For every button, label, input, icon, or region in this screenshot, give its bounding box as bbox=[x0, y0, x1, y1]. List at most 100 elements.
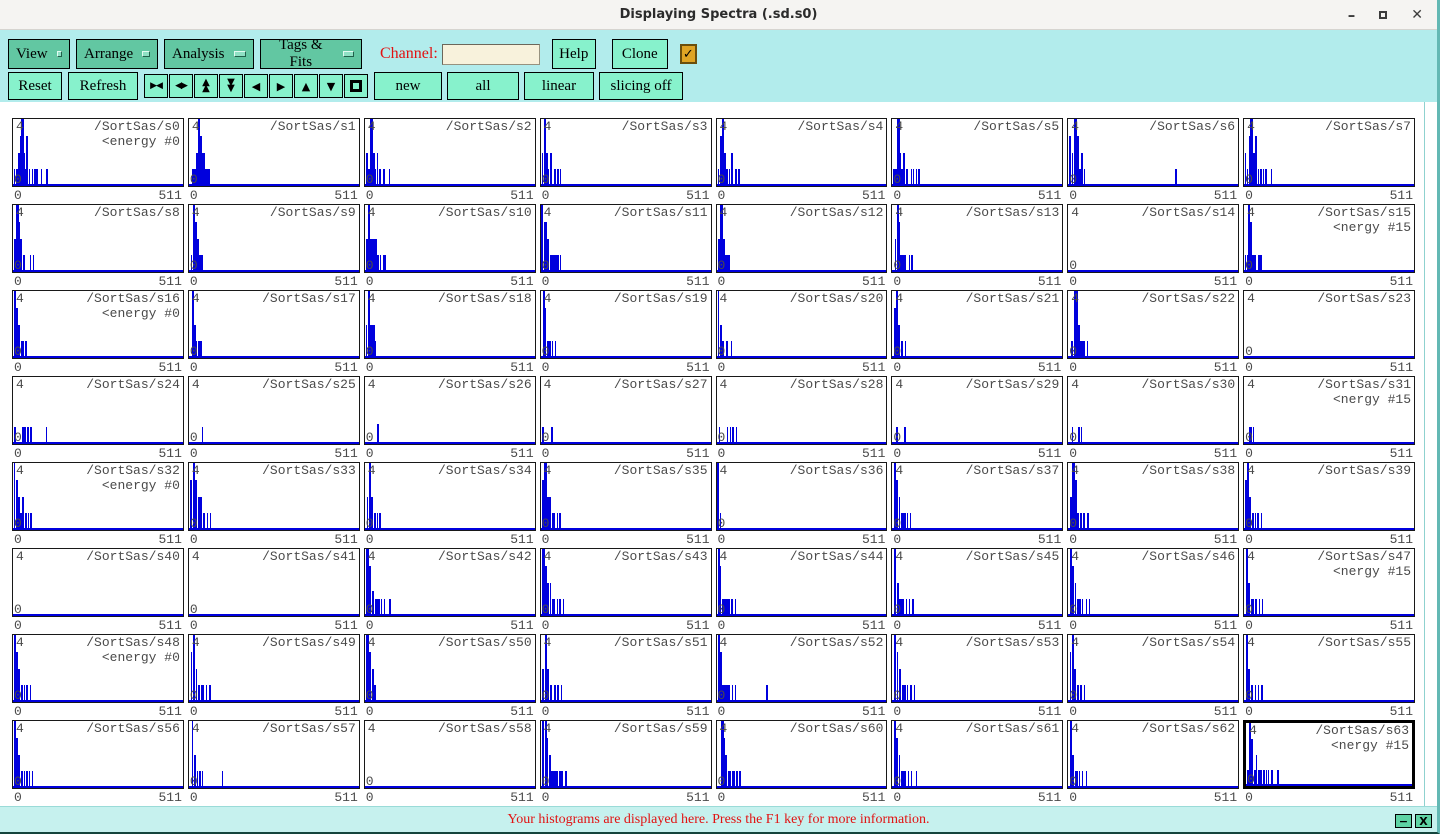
spectrum-plot-s43[interactable]: 40/SortSas/s43 bbox=[540, 548, 712, 617]
spectrum-plot-s40[interactable]: 40/SortSas/s40 bbox=[12, 548, 184, 617]
slicing-off-button[interactable]: slicing off bbox=[599, 72, 683, 100]
spectrum-plot-s23[interactable]: 40/SortSas/s23 bbox=[1243, 290, 1415, 359]
spectrum-plot-s39[interactable]: 40/SortSas/s39 bbox=[1243, 462, 1415, 531]
spectrum-plot-s41[interactable]: 40/SortSas/s41 bbox=[188, 548, 360, 617]
spectrum-plot-s0[interactable]: 40/SortSas/s0 <energy #0 bbox=[12, 118, 184, 187]
toolbar-checkbox[interactable]: ✓ bbox=[680, 44, 697, 64]
spectrum-plot-s32[interactable]: 40/SortSas/s32 <energy #0 bbox=[12, 462, 184, 531]
spectrum-plot-s45[interactable]: 40/SortSas/s45 bbox=[891, 548, 1063, 617]
pan-right-button[interactable]: ▶ bbox=[269, 74, 293, 98]
x-max-label: 511 bbox=[334, 188, 357, 203]
spectrum-plot-s60[interactable]: 40/SortSas/s60 bbox=[716, 720, 888, 789]
linear-button[interactable]: linear bbox=[524, 72, 594, 100]
channel-input[interactable] bbox=[442, 44, 540, 65]
spectrum-plot-s38[interactable]: 40/SortSas/s38 bbox=[1067, 462, 1239, 531]
status-close-button[interactable]: X bbox=[1415, 814, 1432, 828]
spectrum-plot-s53[interactable]: 40/SortSas/s53 bbox=[891, 634, 1063, 703]
close-button[interactable]: ✕ bbox=[1411, 8, 1423, 22]
spectrum-plot-s48[interactable]: 40/SortSas/s48 <energy #0 bbox=[12, 634, 184, 703]
spectrum-plot-s63[interactable]: 40/SortSas/s63 <nergy #15 bbox=[1243, 720, 1415, 789]
spectrum-plot-s33[interactable]: 40/SortSas/s33 bbox=[188, 462, 360, 531]
spectrum-plot-s44[interactable]: 40/SortSas/s44 bbox=[716, 548, 888, 617]
view-menu-button[interactable]: View bbox=[8, 39, 70, 69]
help-button[interactable]: Help bbox=[552, 39, 596, 69]
spectrum-plot-s28[interactable]: 40/SortSas/s28 bbox=[716, 376, 888, 445]
spectrum-plot-s27[interactable]: 40/SortSas/s27 bbox=[540, 376, 712, 445]
spectrum-plot-s19[interactable]: 40/SortSas/s19 bbox=[540, 290, 712, 359]
tags-fits-menu-button[interactable]: Tags & Fits bbox=[260, 39, 362, 69]
spectrum-plot-s55[interactable]: 40/SortSas/s55 bbox=[1243, 634, 1415, 703]
spectrum-plot-s49[interactable]: 40/SortSas/s49 bbox=[188, 634, 360, 703]
spectrum-plot-s14[interactable]: 40/SortSas/s14 bbox=[1067, 204, 1239, 273]
spectrum-plot-s46[interactable]: 40/SortSas/s46 bbox=[1067, 548, 1239, 617]
spectrum-plot-s58[interactable]: 40/SortSas/s58 bbox=[364, 720, 536, 789]
all-button[interactable]: all bbox=[447, 72, 519, 100]
x-max-label: 511 bbox=[510, 532, 533, 547]
histogram-bar bbox=[1256, 755, 1258, 787]
pan-up-button[interactable]: ▲ bbox=[294, 74, 318, 98]
expand-horizontal-button[interactable]: ◀▶ bbox=[169, 74, 193, 98]
spectrum-plot-s8[interactable]: 40/SortSas/s8 bbox=[12, 204, 184, 273]
spectrum-plot-s62[interactable]: 40/SortSas/s62 bbox=[1067, 720, 1239, 789]
spectrum-plot-s24[interactable]: 40/SortSas/s24 bbox=[12, 376, 184, 445]
analysis-menu-button[interactable]: Analysis bbox=[164, 39, 254, 69]
spectrum-plot-s50[interactable]: 40/SortSas/s50 bbox=[364, 634, 536, 703]
spectrum-plot-s22[interactable]: 40/SortSas/s22 bbox=[1067, 290, 1239, 359]
spectrum-plot-s6[interactable]: 40/SortSas/s6 bbox=[1067, 118, 1239, 187]
vertical-scrollbar[interactable] bbox=[1424, 102, 1437, 806]
spectrum-plot-s1[interactable]: 40/SortSas/s1 bbox=[188, 118, 360, 187]
spectrum-plot-s18[interactable]: 40/SortSas/s18 bbox=[364, 290, 536, 359]
spectrum-plot-s42[interactable]: 40/SortSas/s42 bbox=[364, 548, 536, 617]
arrange-menu-button[interactable]: Arrange bbox=[76, 39, 158, 69]
histogram-baseline bbox=[189, 442, 359, 444]
unzoom-box-button[interactable] bbox=[344, 74, 368, 98]
spectrum-plot-s26[interactable]: 40/SortSas/s26 bbox=[364, 376, 536, 445]
spectrum-plot-s12[interactable]: 40/SortSas/s12 bbox=[716, 204, 888, 273]
reset-button[interactable]: Reset bbox=[8, 72, 62, 100]
spectrum-plot-s56[interactable]: 40/SortSas/s56 bbox=[12, 720, 184, 789]
spectrum-plot-s52[interactable]: 40/SortSas/s52 bbox=[716, 634, 888, 703]
spectrum-plot-s54[interactable]: 40/SortSas/s54 bbox=[1067, 634, 1239, 703]
spectrum-plot-s37[interactable]: 40/SortSas/s37 bbox=[891, 462, 1063, 531]
spectrum-plot-s13[interactable]: 40/SortSas/s13 bbox=[891, 204, 1063, 273]
spectrum-plot-s36[interactable]: 40/SortSas/s36 bbox=[716, 462, 888, 531]
spectrum-plot-s34[interactable]: 40/SortSas/s34 bbox=[364, 462, 536, 531]
collapse-horizontal-icon: ▶◀ bbox=[150, 82, 162, 91]
double-down-button[interactable]: ▼▼ bbox=[219, 74, 243, 98]
spectrum-plot-s9[interactable]: 40/SortSas/s9 bbox=[188, 204, 360, 273]
double-up-button[interactable]: ▲▲ bbox=[194, 74, 218, 98]
spectrum-plot-s29[interactable]: 40/SortSas/s29 bbox=[891, 376, 1063, 445]
spectrum-plot-s47[interactable]: 40/SortSas/s47 <nergy #15 bbox=[1243, 548, 1415, 617]
spectrum-plot-s3[interactable]: 40/SortSas/s3 bbox=[540, 118, 712, 187]
minimize-button[interactable]: – bbox=[1348, 8, 1356, 23]
spectrum-plot-s35[interactable]: 40/SortSas/s35 bbox=[540, 462, 712, 531]
spectra-grid: 40/SortSas/s0 <energy #0051140/SortSas/s… bbox=[12, 118, 1415, 806]
spectrum-plot-s17[interactable]: 40/SortSas/s17 bbox=[188, 290, 360, 359]
new-button[interactable]: new bbox=[374, 72, 442, 100]
spectrum-plot-s7[interactable]: 40/SortSas/s7 bbox=[1243, 118, 1415, 187]
pan-left-button[interactable]: ◀ bbox=[244, 74, 268, 98]
spectrum-plot-s15[interactable]: 40/SortSas/s15 <nergy #15 bbox=[1243, 204, 1415, 273]
spectrum-plot-s11[interactable]: 40/SortSas/s11 bbox=[540, 204, 712, 273]
spectrum-plot-s25[interactable]: 40/SortSas/s25 bbox=[188, 376, 360, 445]
spectrum-plot-s10[interactable]: 40/SortSas/s10 bbox=[364, 204, 536, 273]
maximize-button[interactable] bbox=[1379, 11, 1387, 19]
spectrum-plot-s57[interactable]: 40/SortSas/s57 bbox=[188, 720, 360, 789]
spectrum-plot-s2[interactable]: 40/SortSas/s2 bbox=[364, 118, 536, 187]
refresh-button[interactable]: Refresh bbox=[68, 72, 138, 100]
spectrum-plot-s61[interactable]: 40/SortSas/s61 bbox=[891, 720, 1063, 789]
status-minimize-button[interactable]: − bbox=[1395, 814, 1412, 828]
spectrum-plot-s21[interactable]: 40/SortSas/s21 bbox=[891, 290, 1063, 359]
spectrum-plot-s59[interactable]: 40/SortSas/s59 bbox=[540, 720, 712, 789]
x-axis-labels: 0511 bbox=[891, 789, 1063, 806]
spectrum-plot-s16[interactable]: 40/SortSas/s16 <energy #0 bbox=[12, 290, 184, 359]
spectrum-plot-s30[interactable]: 40/SortSas/s30 bbox=[1067, 376, 1239, 445]
spectrum-plot-s20[interactable]: 40/SortSas/s20 bbox=[716, 290, 888, 359]
spectrum-plot-s5[interactable]: 40/SortSas/s5 bbox=[891, 118, 1063, 187]
pan-down-button[interactable]: ▼ bbox=[319, 74, 343, 98]
spectrum-plot-s31[interactable]: 40/SortSas/s31 <nergy #15 bbox=[1243, 376, 1415, 445]
spectrum-plot-s51[interactable]: 40/SortSas/s51 bbox=[540, 634, 712, 703]
spectrum-plot-s4[interactable]: 40/SortSas/s4 bbox=[716, 118, 888, 187]
clone-button[interactable]: Clone bbox=[612, 39, 668, 69]
collapse-horizontal-button[interactable]: ▶◀ bbox=[144, 74, 168, 98]
